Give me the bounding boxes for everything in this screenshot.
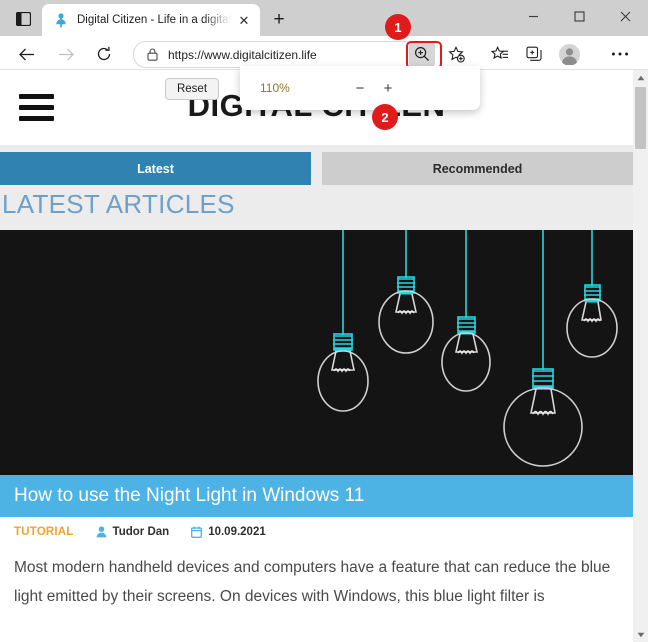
article-excerpt: Most modern handheld devices and compute…: [0, 547, 633, 611]
maximize-button[interactable]: [556, 0, 602, 32]
zoom-reset-button[interactable]: Reset: [165, 78, 219, 100]
browser-tab[interactable]: Digital Citizen - Life in a digital w ✕: [42, 4, 260, 36]
calendar-icon: [191, 526, 203, 538]
minimize-button[interactable]: [510, 0, 556, 32]
navigation-bar: https://www.digitalcitizen.life: [0, 36, 648, 70]
new-tab-button[interactable]: +: [266, 7, 292, 32]
add-favorite-star-icon[interactable]: [443, 41, 469, 67]
author-person-icon: [96, 526, 106, 538]
zoom-level-value: 110%: [260, 81, 290, 95]
back-arrow-icon[interactable]: [13, 41, 39, 67]
digital-citizen-favicon: [53, 12, 69, 28]
page-scrollbar[interactable]: [633, 70, 648, 642]
section-heading: LATEST ARTICLES: [0, 185, 633, 230]
tab-strip: Digital Citizen - Life in a digital w ✕ …: [0, 0, 648, 36]
content-tabs: Latest Recommended: [0, 145, 633, 185]
address-bar[interactable]: https://www.digitalcitizen.life: [133, 41, 417, 68]
article-category[interactable]: TUTORIAL: [14, 526, 74, 538]
reload-icon[interactable]: [91, 41, 117, 67]
article-meta: TUTORIAL Tudor Dan 10.09.2021: [0, 517, 633, 547]
zoom-out-button[interactable]: −: [348, 76, 372, 100]
settings-ellipsis-icon[interactable]: [607, 41, 633, 67]
collections-icon[interactable]: [521, 41, 547, 67]
forward-arrow-icon: [53, 41, 79, 67]
scrollbar-thumb[interactable]: [635, 87, 646, 149]
zoom-in-button[interactable]: +: [376, 76, 400, 100]
tab-search-icon[interactable]: [12, 8, 34, 29]
page-viewport: DIGITAL CITIZEN Latest Recommended LATES…: [0, 70, 633, 642]
article-author: Tudor Dan: [96, 526, 170, 538]
article-date-value: 10.09.2021: [208, 526, 266, 538]
annotation-badge-2: 2: [372, 104, 398, 130]
address-bar-url: https://www.digitalcitizen.life: [168, 47, 317, 62]
tab-latest[interactable]: Latest: [0, 152, 311, 185]
article-author-name: Tudor Dan: [112, 526, 170, 538]
tab-title: Digital Citizen - Life in a digital w: [77, 14, 231, 26]
scroll-up-arrow-icon[interactable]: [633, 70, 648, 85]
hanging-light-bulbs-illustration[interactable]: [0, 230, 633, 475]
favorites-list-icon[interactable]: [487, 41, 513, 67]
lock-icon: [145, 47, 160, 62]
zoom-magnifier-icon[interactable]: [409, 41, 435, 67]
article-title[interactable]: How to use the Night Light in Windows 11: [0, 475, 633, 517]
article-date: 10.09.2021: [191, 526, 266, 538]
scroll-down-arrow-icon[interactable]: [633, 627, 648, 642]
tab-close-icon[interactable]: ✕: [233, 9, 255, 31]
browser-window: Digital Citizen - Life in a digital w ✕ …: [0, 0, 648, 642]
profile-avatar-icon[interactable]: [556, 41, 582, 67]
tab-recommended[interactable]: Recommended: [322, 152, 633, 185]
annotation-badge-1: 1: [385, 14, 411, 40]
window-controls: [510, 0, 648, 32]
close-button[interactable]: [602, 0, 648, 32]
zoom-popup: 110% − +: [240, 66, 480, 110]
